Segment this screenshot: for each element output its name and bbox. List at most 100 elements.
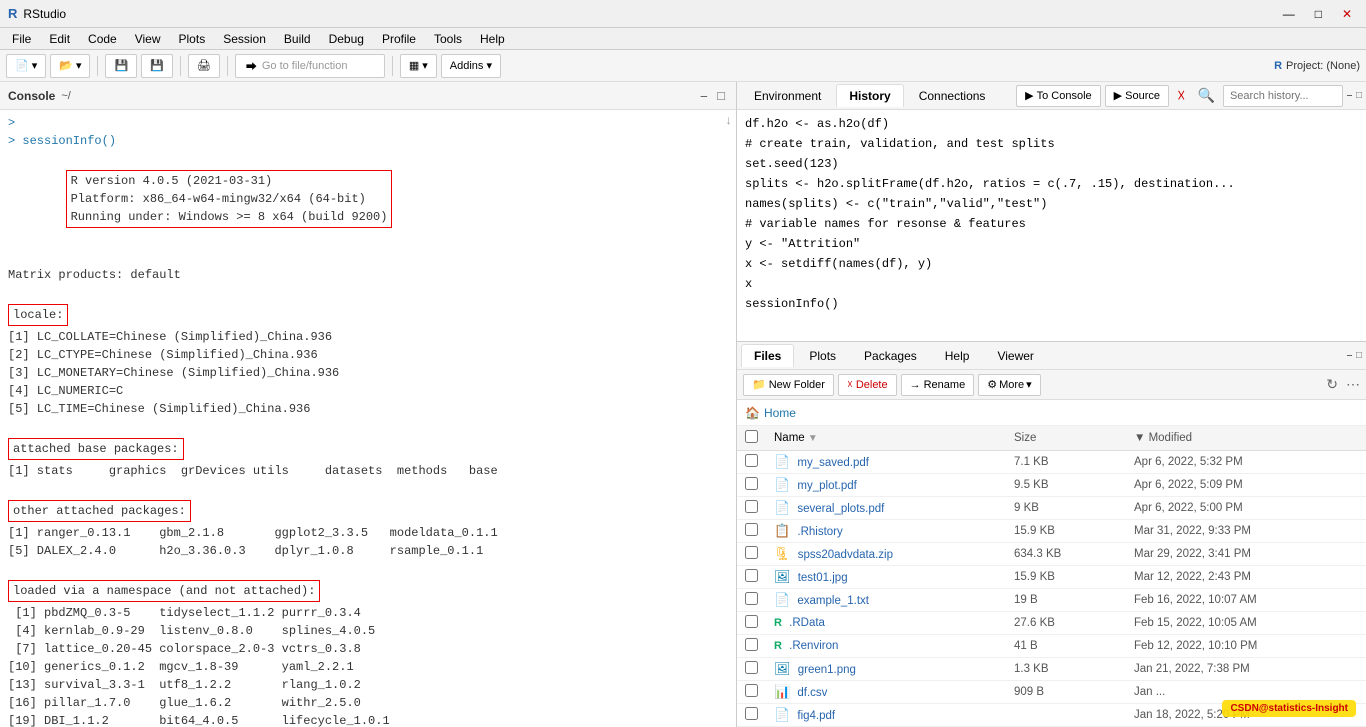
goto-file-button[interactable]: ⮕ Go to file/function (235, 54, 385, 78)
save-all-button[interactable]: 💾 (141, 54, 173, 78)
rename-button[interactable]: → Rename (901, 374, 975, 396)
table-row[interactable]: 🗜 spss20advdata.zip 634.3 KB Mar 29, 202… (737, 543, 1366, 566)
open-file-button[interactable]: 📂▾ (50, 54, 90, 78)
row-checkbox-2[interactable] (745, 500, 758, 513)
row-checkbox-4[interactable] (745, 546, 758, 559)
history-line-6[interactable]: # variable names for resonse & features (741, 214, 1362, 234)
minimize-button[interactable]: ― (1277, 5, 1301, 23)
file-name-9[interactable]: green1.png (798, 664, 856, 676)
menu-session[interactable]: Session (215, 30, 274, 48)
table-row[interactable]: R .RData 27.6 KB Feb 15, 2022, 10:05 AM (737, 612, 1366, 635)
files-more-icon[interactable]: ⋯ (1346, 376, 1360, 393)
table-row[interactable]: 📄 example_1.txt 19 B Feb 16, 2022, 10:07… (737, 589, 1366, 612)
save-button[interactable]: 💾 (105, 54, 137, 78)
file-name-0[interactable]: my_saved.pdf (797, 457, 869, 469)
scroll-to-bottom-icon[interactable]: ↓ (725, 114, 732, 128)
file-name-4[interactable]: spss20advdata.zip (798, 549, 893, 561)
top-right-minimize-icon[interactable]: ⎯ (1347, 90, 1352, 101)
row-checkbox-9[interactable] (745, 661, 758, 674)
table-row[interactable]: 🖼 green1.png 1.3 KB Jan 21, 2022, 7:38 P… (737, 658, 1366, 681)
history-line-1[interactable]: df.h2o <- as.h2o(df) (741, 114, 1362, 134)
close-button[interactable]: ✕ (1336, 5, 1358, 23)
tab-viewer[interactable]: Viewer (984, 344, 1046, 367)
to-console-button[interactable]: ▶ To Console (1016, 85, 1101, 107)
history-content[interactable]: df.h2o <- as.h2o(df) # create train, val… (737, 110, 1366, 341)
history-line-8[interactable]: x <- setdiff(names(df), y) (741, 254, 1362, 274)
menu-file[interactable]: File (4, 30, 39, 48)
menu-code[interactable]: Code (80, 30, 125, 48)
row-checkbox-8[interactable] (745, 638, 758, 651)
bottom-right-minimize-icon[interactable]: ⎯ (1347, 350, 1352, 361)
col-modified-header[interactable]: ▼ Modified (1126, 426, 1366, 451)
table-row[interactable]: 📄 my_saved.pdf 7.1 KB Apr 6, 2022, 5:32 … (737, 451, 1366, 474)
tab-history[interactable]: History (836, 84, 903, 107)
table-row[interactable]: 📄 my_plot.pdf 9.5 KB Apr 6, 2022, 5:09 P… (737, 474, 1366, 497)
row-checkbox-5[interactable] (745, 569, 758, 582)
row-checkbox-11[interactable] (745, 707, 758, 720)
row-checkbox-7[interactable] (745, 615, 758, 628)
new-folder-button[interactable]: 📁 New Folder (743, 374, 834, 396)
table-row[interactable]: 🖼 test01.jpg 15.9 KB Mar 12, 2022, 2:43 … (737, 566, 1366, 589)
addins-button[interactable]: Addins ▾ (441, 54, 501, 78)
file-name-8[interactable]: .Renviron (789, 640, 838, 652)
to-source-button[interactable]: ▶ Source (1105, 85, 1169, 107)
menu-debug[interactable]: Debug (321, 30, 372, 48)
history-line-4[interactable]: splits <- h2o.splitFrame(df.h2o, ratios … (741, 174, 1362, 194)
menu-build[interactable]: Build (276, 30, 319, 48)
console-output[interactable]: ↓ > > sessionInfo() R version 4.0.5 (202… (0, 110, 736, 727)
menu-view[interactable]: View (127, 30, 169, 48)
breadcrumb-home-label[interactable]: Home (764, 406, 796, 420)
menu-profile[interactable]: Profile (374, 30, 424, 48)
history-line-7[interactable]: y <- "Attrition" (741, 234, 1362, 254)
tab-help[interactable]: Help (932, 344, 983, 367)
more-button[interactable]: ⚙ More ▾ (978, 374, 1040, 396)
file-name-6[interactable]: example_1.txt (797, 595, 869, 607)
top-right-maximize-icon[interactable]: □ (1356, 90, 1362, 101)
tab-connections[interactable]: Connections (906, 84, 999, 107)
table-row[interactable]: 📋 .Rhistory 15.9 KB Mar 31, 2022, 9:33 P… (737, 520, 1366, 543)
tab-files[interactable]: Files (741, 344, 794, 367)
row-checkbox-3[interactable] (745, 523, 758, 536)
history-line-9[interactable]: x (741, 274, 1362, 294)
table-row[interactable]: R .Renviron 41 B Feb 12, 2022, 10:10 PM (737, 635, 1366, 658)
maximize-button[interactable]: □ (1309, 5, 1328, 23)
row-checkbox-6[interactable] (745, 592, 758, 605)
file-name-3[interactable]: .Rhistory (797, 526, 842, 538)
tab-environment[interactable]: Environment (741, 84, 834, 107)
row-checkbox-0[interactable] (745, 454, 758, 467)
menu-plots[interactable]: Plots (171, 30, 214, 48)
history-line-2[interactable]: # create train, validation, and test spl… (741, 134, 1362, 154)
file-name-1[interactable]: my_plot.pdf (797, 480, 856, 492)
tab-plots[interactable]: Plots (796, 344, 849, 367)
col-name-header[interactable]: Name ▼ (766, 426, 1006, 451)
file-name-10[interactable]: df.csv (797, 687, 827, 699)
menu-edit[interactable]: Edit (41, 30, 78, 48)
tab-packages[interactable]: Packages (851, 344, 930, 367)
history-line-3[interactable]: set.seed(123) (741, 154, 1362, 174)
history-line-10[interactable]: sessionInfo() (741, 294, 1362, 314)
bottom-right-tabbar: Files Plots Packages Help Viewer ⎯ □ (737, 342, 1366, 370)
print-button[interactable]: 🖨 (188, 54, 220, 78)
menu-tools[interactable]: Tools (426, 30, 470, 48)
menu-help[interactable]: Help (472, 30, 513, 48)
history-line-5[interactable]: names(splits) <- c("train","valid","test… (741, 194, 1362, 214)
file-name-11[interactable]: fig4.pdf (797, 710, 835, 722)
grid-button[interactable]: ▦▾ (400, 54, 437, 78)
row-checkbox-10[interactable] (745, 684, 758, 697)
bottom-right-maximize-icon[interactable]: □ (1356, 350, 1362, 361)
delete-button[interactable]: ☓ Delete (838, 374, 897, 396)
file-name-5[interactable]: test01.jpg (798, 572, 848, 584)
files-refresh-icon[interactable]: ↻ (1326, 376, 1338, 393)
file-name-7[interactable]: .RData (789, 617, 825, 629)
new-file-button[interactable]: 📄▾ (6, 54, 46, 78)
file-name-2[interactable]: several_plots.pdf (797, 503, 884, 515)
table-row[interactable]: 📄 several_plots.pdf 9 KB Apr 6, 2022, 5:… (737, 497, 1366, 520)
select-all-checkbox[interactable] (745, 430, 758, 443)
console-minimize-icon[interactable]: ⎯ (698, 87, 711, 105)
history-search-icon[interactable]: 🔍 (1194, 87, 1219, 104)
col-size-header[interactable]: Size (1006, 426, 1126, 451)
console-maximize-icon[interactable]: □ (714, 87, 728, 105)
history-delete-icon[interactable]: ☓ (1173, 86, 1190, 106)
row-checkbox-1[interactable] (745, 477, 758, 490)
history-search-input[interactable] (1223, 85, 1343, 107)
